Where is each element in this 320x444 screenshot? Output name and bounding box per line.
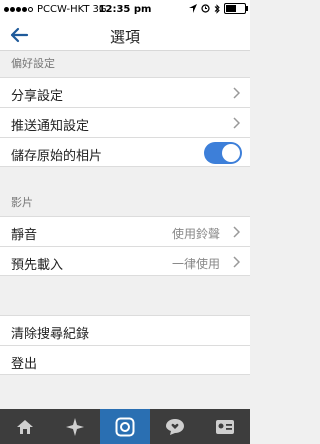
chevron-right-icon: [233, 226, 240, 238]
nav-bar: 選項: [0, 20, 250, 51]
clear-history-row[interactable]: 清除搜尋紀錄: [0, 315, 250, 345]
preload-row[interactable]: 預先載入 一律使用: [0, 246, 250, 276]
alarm-icon: [201, 4, 210, 13]
mute-row[interactable]: 靜音 使用鈴聲: [0, 216, 250, 246]
tab-bar: [0, 409, 250, 444]
mute-value: 使用鈴聲: [171, 227, 220, 241]
tab-profile[interactable]: [200, 409, 250, 444]
location-icon: [189, 4, 197, 13]
speech-bubble-heart-icon: [166, 418, 184, 435]
save-original-label: 儲存原始的相片: [11, 149, 103, 164]
share-settings-row[interactable]: 分享設定: [0, 77, 250, 107]
section-header-preferences: 偏好設定: [11, 57, 55, 70]
profile-card-icon: [216, 419, 234, 434]
preload-value: 一律使用: [171, 257, 220, 271]
save-original-toggle[interactable]: [204, 142, 242, 164]
section-header-video: 影片: [11, 196, 33, 209]
tab-home[interactable]: [0, 409, 50, 444]
preload-label: 預先載入: [11, 258, 64, 273]
tab-news[interactable]: [150, 409, 200, 444]
mute-label: 靜音: [11, 228, 38, 243]
save-original-row: 儲存原始的相片: [0, 137, 250, 167]
clear-history-label: 清除搜尋紀錄: [11, 327, 90, 342]
tab-explore[interactable]: [50, 409, 100, 444]
explore-star-icon: [66, 417, 84, 436]
page-title: 選項: [109, 28, 140, 46]
logout-label: 登出: [11, 357, 38, 372]
tab-camera[interactable]: [100, 409, 150, 444]
home-icon: [17, 419, 33, 434]
toggle-knob: [222, 144, 240, 162]
status-bar: PCCW-HKT 3G 12:35 pm: [0, 0, 250, 20]
status-right: [189, 3, 248, 14]
chevron-right-icon: [233, 256, 240, 268]
battery-icon: [224, 3, 248, 14]
bluetooth-icon: [214, 3, 220, 14]
chevron-right-icon: [233, 87, 240, 99]
logout-row[interactable]: 登出: [0, 345, 250, 375]
share-settings-label: 分享設定: [11, 89, 64, 104]
camera-icon: [115, 417, 135, 436]
chevron-right-icon: [233, 117, 240, 129]
push-settings-label: 推送通知設定: [11, 119, 90, 134]
push-settings-row[interactable]: 推送通知設定: [0, 107, 250, 137]
